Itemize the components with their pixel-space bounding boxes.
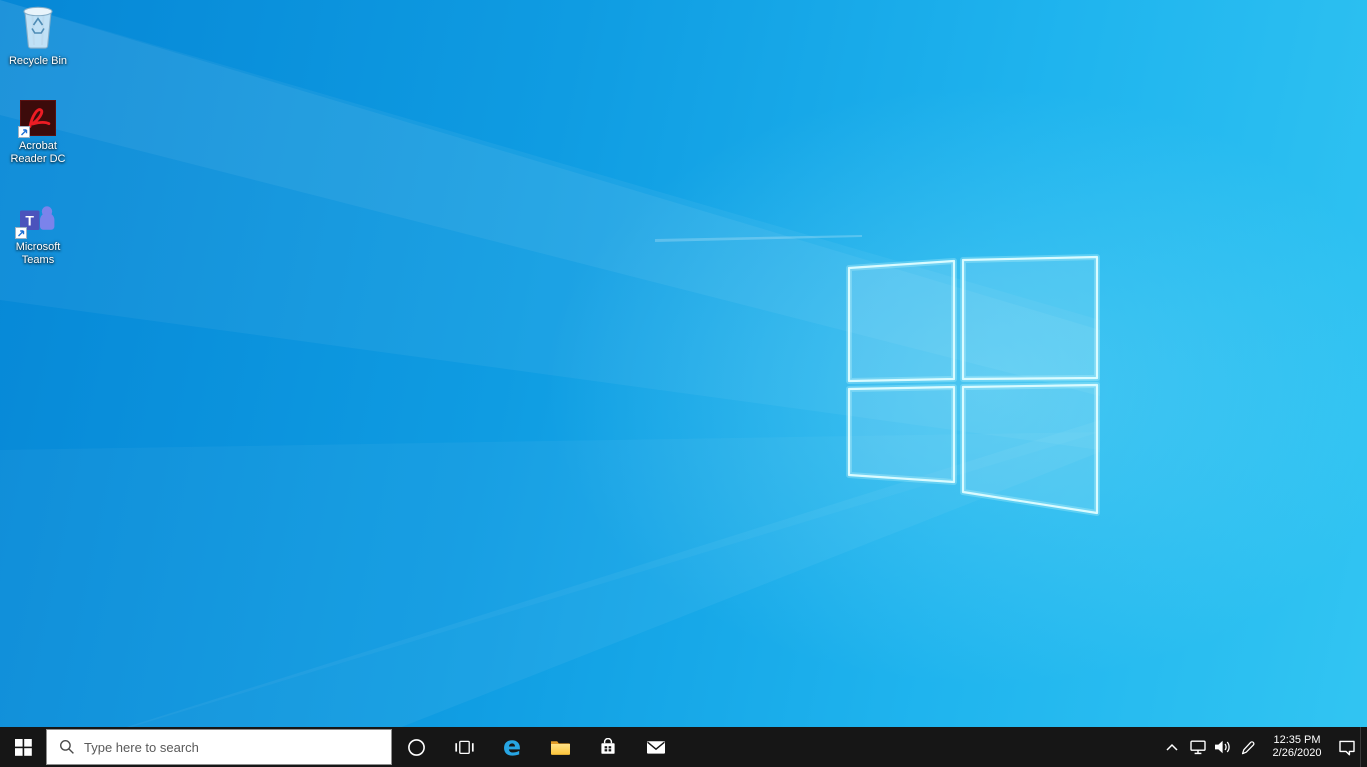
search-icon bbox=[60, 740, 74, 754]
action-center-button[interactable] bbox=[1334, 727, 1360, 767]
clock-time: 12:35 PM bbox=[1273, 733, 1321, 746]
shortcut-arrow-icon bbox=[18, 126, 30, 138]
network-button[interactable] bbox=[1185, 727, 1210, 767]
cortana-circle-icon bbox=[407, 738, 425, 756]
desktop-icon-label: Acrobat Reader DC bbox=[10, 140, 66, 165]
task-view-icon bbox=[454, 740, 474, 754]
windows-ink-button[interactable] bbox=[1235, 727, 1260, 767]
taskbar: e bbox=[0, 727, 1367, 767]
desktop-icon-label: Recycle Bin bbox=[8, 55, 68, 67]
volume-button[interactable] bbox=[1210, 727, 1235, 767]
folder-icon bbox=[550, 740, 570, 755]
edge-icon: e bbox=[502, 730, 522, 762]
shortcut-arrow-icon bbox=[15, 227, 27, 239]
cortana-button[interactable] bbox=[392, 727, 440, 767]
action-center-icon bbox=[1339, 740, 1355, 755]
edge-button[interactable]: e bbox=[488, 727, 536, 767]
recycle-bin-icon bbox=[18, 3, 58, 51]
show-hidden-icons-button[interactable] bbox=[1159, 727, 1185, 767]
search-input[interactable] bbox=[84, 730, 391, 764]
store-button[interactable] bbox=[584, 727, 632, 767]
desktop-icon-recycle-bin[interactable]: Recycle Bin bbox=[1, 3, 75, 68]
teams-icon: T bbox=[15, 203, 59, 239]
taskbar-clock[interactable]: 12:35 PM 2/26/2020 bbox=[1260, 727, 1334, 767]
file-explorer-button[interactable] bbox=[536, 727, 584, 767]
acrobat-reader-icon bbox=[18, 100, 56, 138]
teams-t-glyph: T bbox=[25, 212, 34, 228]
wallpaper bbox=[0, 0, 1367, 767]
system-tray: 12:35 PM 2/26/2020 bbox=[1159, 727, 1367, 767]
mail-envelope-icon bbox=[647, 740, 665, 754]
desktop-icon-label: Microsoft Teams bbox=[15, 241, 61, 266]
chevron-up-icon bbox=[1166, 743, 1178, 751]
taskbar-search[interactable] bbox=[46, 729, 392, 765]
light-beams bbox=[0, 0, 1367, 767]
clock-date: 2/26/2020 bbox=[1272, 747, 1322, 759]
speaker-icon bbox=[1215, 740, 1230, 754]
desktop-icon-microsoft-teams[interactable]: T Microsoft Teams bbox=[1, 203, 75, 267]
desktop-icon-acrobat-reader[interactable]: Acrobat Reader DC bbox=[1, 100, 75, 166]
windows-flag-icon bbox=[14, 738, 32, 756]
task-view-button[interactable] bbox=[440, 727, 488, 767]
mail-button[interactable] bbox=[632, 727, 680, 767]
network-icon bbox=[1189, 740, 1206, 754]
start-button[interactable] bbox=[0, 727, 46, 767]
windows-desktop: Recycle Bin Acrobat Reader DC T Microsof… bbox=[0, 0, 1367, 767]
pen-icon bbox=[1241, 740, 1255, 754]
store-bag-icon bbox=[601, 738, 615, 754]
show-desktop-button[interactable] bbox=[1360, 727, 1367, 767]
